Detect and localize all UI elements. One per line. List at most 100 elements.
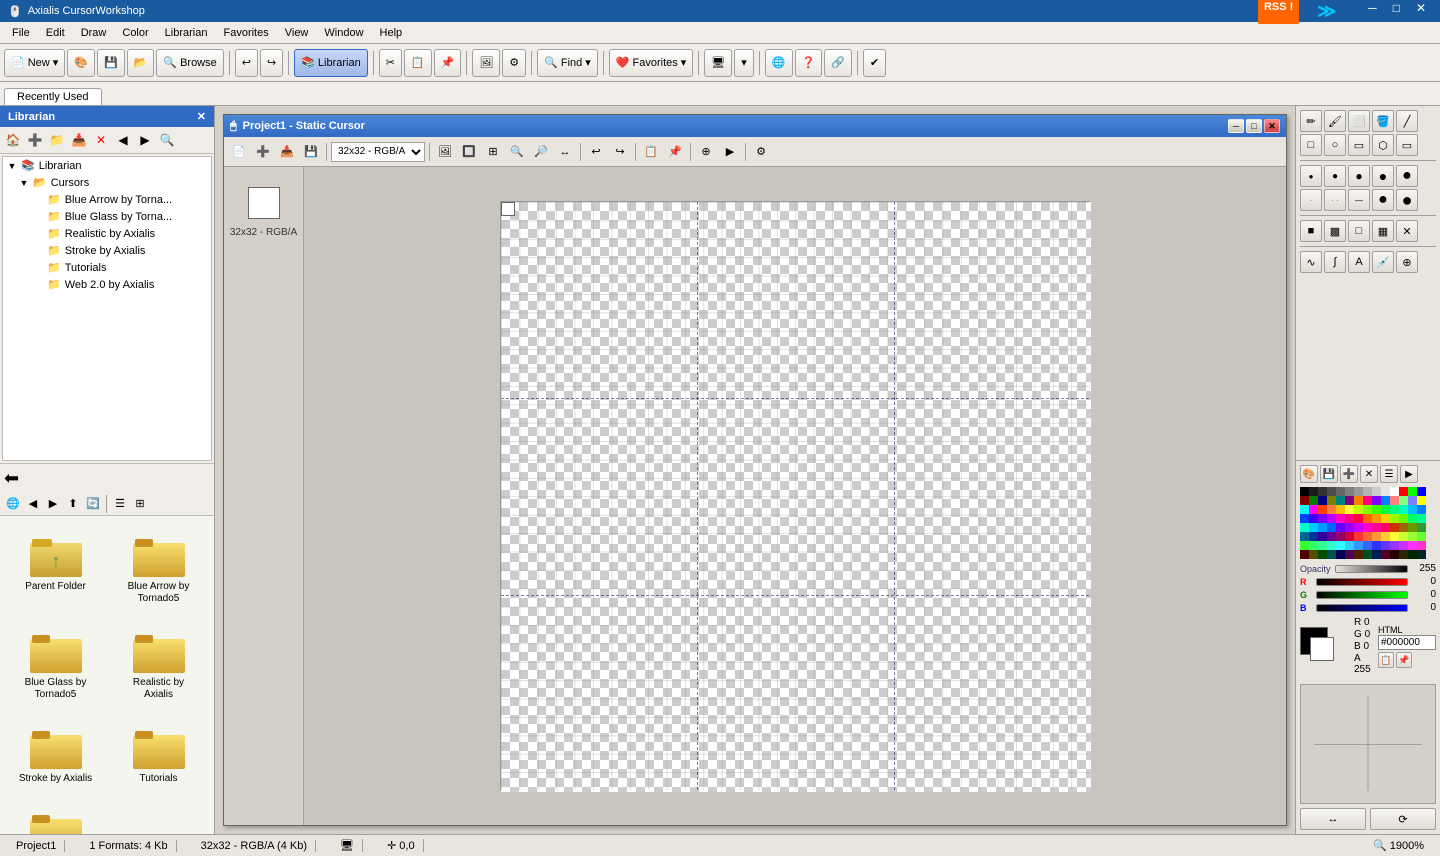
cut-button[interactable]: ✂ [379, 49, 402, 77]
color-cell[interactable] [1417, 550, 1426, 559]
color-cell[interactable] [1381, 505, 1390, 514]
proj-zoom-in-btn[interactable]: 🔍 [506, 141, 528, 163]
dash5[interactable]: ● [1396, 189, 1418, 211]
color-cell[interactable] [1363, 487, 1372, 496]
tree-item-tutorials[interactable]: 📁 Tutorials [3, 259, 211, 276]
color-picker-btn[interactable]: 🎨 [1300, 465, 1318, 483]
bg-color-box[interactable] [1310, 637, 1334, 661]
grid-up-btn[interactable]: ⬆ [64, 495, 82, 513]
color-cell[interactable] [1408, 523, 1417, 532]
lib-forward-button[interactable]: ▶ [135, 130, 155, 150]
color-cell[interactable] [1327, 496, 1336, 505]
color-cell[interactable] [1390, 532, 1399, 541]
html-paste-btn[interactable]: 📌 [1396, 652, 1412, 668]
color-cell[interactable] [1345, 523, 1354, 532]
color-cell[interactable] [1363, 550, 1372, 559]
color-cell[interactable] [1309, 487, 1318, 496]
project-maximize-button[interactable]: □ [1246, 119, 1262, 133]
color-cell[interactable] [1300, 541, 1309, 550]
grid-nav-btn[interactable]: 🌐 [4, 495, 22, 513]
color-cell[interactable] [1399, 523, 1408, 532]
color-cell[interactable] [1399, 550, 1408, 559]
display-button[interactable]: 🖥 [704, 49, 732, 77]
color-cell[interactable] [1336, 505, 1345, 514]
html-copy-btn[interactable]: 📋 [1378, 652, 1394, 668]
icon-item-realistic[interactable]: Realistic by Axialis [111, 620, 206, 708]
icon-item-web20[interactable]: Web 2.0 by [8, 800, 103, 835]
color-cell[interactable] [1381, 532, 1390, 541]
color-cell[interactable] [1390, 505, 1399, 514]
color-cell[interactable] [1300, 496, 1309, 505]
lib-search-button[interactable]: 🔍 [157, 130, 177, 150]
color-cell[interactable] [1372, 523, 1381, 532]
color-cell[interactable] [1417, 505, 1426, 514]
tree-item-realistic[interactable]: 📁 Realistic by Axialis [3, 225, 211, 242]
color-cell[interactable] [1390, 550, 1399, 559]
color-cell[interactable] [1336, 514, 1345, 523]
color-cell[interactable] [1300, 487, 1309, 496]
color-cell[interactable] [1381, 487, 1390, 496]
color-cell[interactable] [1399, 541, 1408, 550]
color-cell[interactable] [1336, 532, 1345, 541]
color-cell[interactable] [1363, 514, 1372, 523]
color-cell[interactable] [1300, 550, 1309, 559]
proj-preview-btn[interactable]: ▶ [719, 141, 741, 163]
color-cell[interactable] [1345, 505, 1354, 514]
color-cell[interactable] [1417, 532, 1426, 541]
color-cell[interactable] [1417, 514, 1426, 523]
stroke-tool[interactable]: □ [1348, 220, 1370, 242]
dash1[interactable]: · [1300, 189, 1322, 211]
grid-back-btn[interactable]: ◀ [24, 495, 42, 513]
color-cell[interactable] [1399, 514, 1408, 523]
color-cell[interactable] [1318, 532, 1327, 541]
icon-item-tutorials[interactable]: Tutorials [111, 716, 206, 792]
tree-item-blue-glass[interactable]: 📁 Blue Glass by Torna... [3, 208, 211, 225]
color-cell[interactable] [1399, 505, 1408, 514]
color-cell[interactable] [1381, 541, 1390, 550]
color-cell[interactable] [1372, 487, 1381, 496]
redo-button[interactable]: ↪ [260, 49, 283, 77]
brush-2px[interactable]: ● [1324, 165, 1346, 187]
tree-item-web20[interactable]: 📁 Web 2.0 by Axialis [3, 276, 211, 293]
menu-librarian[interactable]: Librarian [157, 25, 216, 41]
color-cell[interactable] [1345, 496, 1354, 505]
update-button[interactable]: 🔗 [824, 49, 852, 77]
grid-view-icons-btn[interactable]: ⊞ [131, 495, 149, 513]
color-cell[interactable] [1372, 514, 1381, 523]
favorites-button[interactable]: ❤️ Favorites ▾ [609, 49, 693, 77]
color-list-btn[interactable]: ☰ [1380, 465, 1398, 483]
g-slider[interactable] [1316, 591, 1408, 599]
menu-color[interactable]: Color [114, 25, 156, 41]
text-tool[interactable]: A [1348, 251, 1370, 273]
clone-tool[interactable]: ⊕ [1396, 251, 1418, 273]
color-cell[interactable] [1336, 550, 1345, 559]
maximize-button[interactable]: □ [1387, 0, 1406, 24]
color-cell[interactable] [1300, 514, 1309, 523]
color-cell[interactable] [1408, 496, 1417, 505]
color-button[interactable]: 🎨 [67, 49, 95, 77]
color-cell[interactable] [1408, 487, 1417, 496]
color-cell[interactable] [1327, 550, 1336, 559]
project-close-button[interactable]: ✕ [1264, 119, 1280, 133]
help-button[interactable]: ❓ [795, 49, 823, 77]
find-button[interactable]: 🔍 Find ▾ [537, 49, 598, 77]
fill-solid-tool[interactable]: ■ [1300, 220, 1322, 242]
color-cell[interactable] [1390, 514, 1399, 523]
proj-hotspot-btn[interactable]: ⊕ [695, 141, 717, 163]
tree-item-cursors[interactable]: ▼ 📂 Cursors [3, 174, 211, 191]
drawing-canvas[interactable] [304, 167, 1286, 825]
rss-badge[interactable]: RSS ! [1258, 0, 1299, 24]
proj-export-btn[interactable]: 🖼 [434, 141, 456, 163]
color-cell[interactable] [1363, 505, 1372, 514]
color-cell[interactable] [1327, 532, 1336, 541]
tree-item-blue-arrow[interactable]: 📁 Blue Arrow by Torna... [3, 191, 211, 208]
color-cell[interactable] [1354, 541, 1363, 550]
color-cell[interactable] [1309, 505, 1318, 514]
color-cell[interactable] [1381, 550, 1390, 559]
paste-button[interactable]: 📌 [434, 49, 462, 77]
color-cell[interactable] [1354, 550, 1363, 559]
none-tool[interactable]: ✕ [1396, 220, 1418, 242]
dash2[interactable]: · · [1324, 189, 1346, 211]
proj-grid-btn[interactable]: ⊞ [482, 141, 504, 163]
grid-sync-btn[interactable]: 🔄 [84, 495, 102, 513]
